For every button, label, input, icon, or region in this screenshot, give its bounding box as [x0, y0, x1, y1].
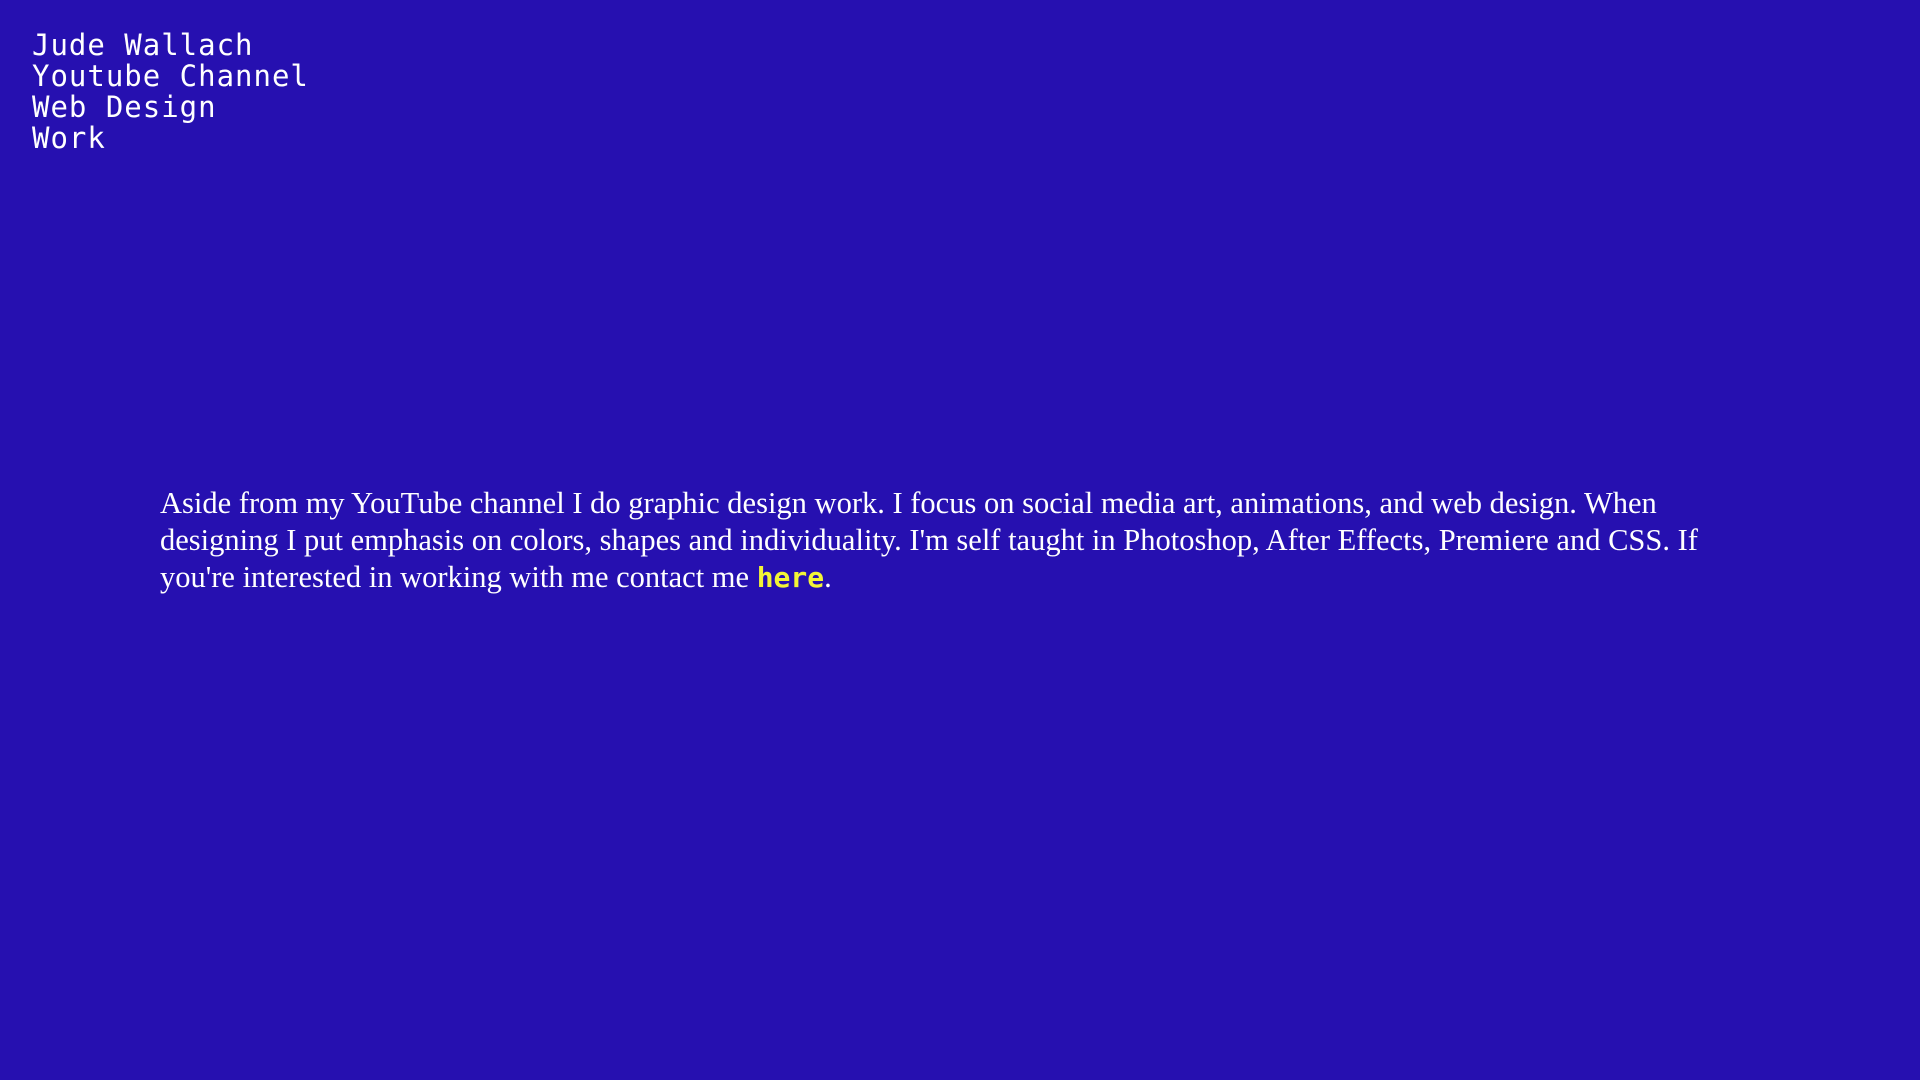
about-paragraph: Aside from my YouTube channel I do graph… [160, 485, 1760, 596]
about-trailing-punctuation: . [824, 560, 832, 594]
nav-item-web-design[interactable]: Web Design [32, 92, 309, 123]
nav-item-youtube-channel[interactable]: Youtube Channel [32, 61, 309, 92]
nav-item-work[interactable]: Work [32, 123, 309, 154]
nav-item-home[interactable]: Jude Wallach [32, 30, 309, 61]
about-text: Aside from my YouTube channel I do graph… [160, 486, 1698, 594]
contact-here-link[interactable]: here [757, 561, 824, 594]
site-nav: Jude Wallach Youtube Channel Web Design … [32, 30, 309, 154]
about-section: Aside from my YouTube channel I do graph… [160, 485, 1760, 596]
